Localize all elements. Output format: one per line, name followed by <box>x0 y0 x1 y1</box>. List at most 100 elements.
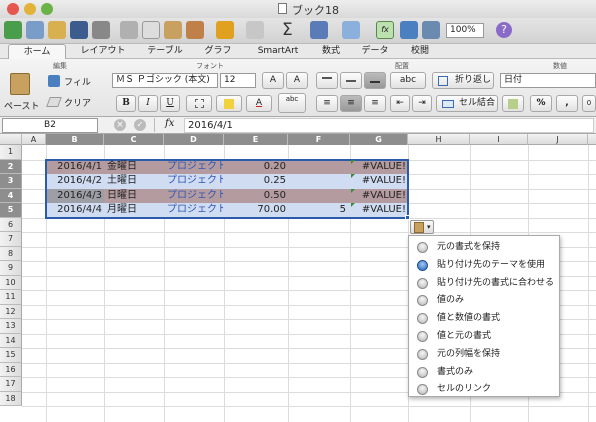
italic-button[interactable]: I <box>138 95 158 112</box>
row-header[interactable]: 13 <box>0 319 22 334</box>
row-header[interactable]: 2 <box>0 159 22 174</box>
table-cell[interactable]: #VALUE! <box>352 174 406 188</box>
error-indicator-icon[interactable] <box>351 203 355 207</box>
row-header[interactable]: 5 <box>0 203 22 218</box>
currency-button[interactable] <box>502 95 524 112</box>
table-cell[interactable]: 2016/4/3 <box>48 189 102 203</box>
template-gallery-icon[interactable] <box>26 21 44 39</box>
close-window-button[interactable] <box>7 3 19 15</box>
paste-option-item[interactable]: 元の列幅を保持 <box>409 345 559 363</box>
function-icon[interactable]: fx <box>376 21 394 39</box>
zoom-window-button[interactable] <box>41 3 53 15</box>
table-cell[interactable]: プロジェクト 1 <box>167 160 223 174</box>
column-header[interactable]: F <box>288 134 350 145</box>
row-header[interactable]: 18 <box>0 391 22 406</box>
copy-icon[interactable] <box>142 21 160 39</box>
sort-icon[interactable] <box>310 21 328 39</box>
new-workbook-icon[interactable] <box>4 21 22 39</box>
table-cell[interactable]: 0.20 <box>226 160 286 174</box>
tab-review[interactable]: 校閲 <box>402 44 438 59</box>
row-header[interactable]: 14 <box>0 333 22 348</box>
print-icon[interactable] <box>92 21 110 39</box>
row-header[interactable]: 7 <box>0 232 22 247</box>
table-cell[interactable]: #VALUE! <box>352 160 406 174</box>
toolbox-icon[interactable] <box>422 21 440 39</box>
tab-data[interactable]: データ <box>354 44 396 59</box>
table-cell[interactable]: 70.00 <box>226 203 286 217</box>
align-middle-button[interactable] <box>340 72 362 89</box>
help-icon[interactable]: ? <box>496 22 512 38</box>
table-cell[interactable]: 0.50 <box>226 189 286 203</box>
align-center-button[interactable]: ≡ <box>340 95 362 112</box>
paste-option-item[interactable]: 書式のみ <box>409 363 559 381</box>
align-right-button[interactable]: ≡ <box>364 95 386 112</box>
column-header[interactable]: I <box>470 134 528 145</box>
table-cell[interactable]: #VALUE! <box>352 203 406 217</box>
row-header[interactable]: 17 <box>0 377 22 392</box>
save-icon[interactable] <box>70 21 88 39</box>
autosum-icon[interactable]: Σ <box>282 20 293 40</box>
minimize-window-button[interactable] <box>24 3 36 15</box>
border-button[interactable] <box>186 95 212 112</box>
row-header[interactable]: 9 <box>0 261 22 276</box>
table-cell[interactable]: #VALUE! <box>352 189 406 203</box>
table-cell[interactable] <box>290 189 346 203</box>
row-header[interactable]: 11 <box>0 290 22 305</box>
table-cell[interactable] <box>290 174 346 188</box>
tab-table[interactable]: テーブル <box>140 44 190 59</box>
cancel-entry-icon[interactable]: × <box>114 119 126 131</box>
comma-button[interactable]: , <box>556 95 578 112</box>
font-size-select[interactable]: 12 <box>220 73 256 88</box>
row-header[interactable]: 15 <box>0 348 22 363</box>
font-name-select[interactable]: ＭＳ Ｐゴシック (本文) <box>112 73 218 88</box>
table-cell[interactable] <box>290 160 346 174</box>
paste-option-item[interactable]: 値と数値の書式 <box>409 309 559 327</box>
percent-button[interactable]: % <box>530 95 552 112</box>
paste-option-item[interactable]: セルのリンク <box>409 380 559 398</box>
fill-color-button[interactable] <box>216 95 242 112</box>
font-color-button[interactable]: A <box>246 95 272 112</box>
column-header[interactable]: J <box>528 134 588 145</box>
format-painter-icon[interactable] <box>186 21 204 39</box>
table-cell[interactable]: 日曜日 <box>107 189 163 203</box>
error-indicator-icon[interactable] <box>351 159 355 164</box>
enter-entry-icon[interactable]: ✓ <box>134 119 146 131</box>
table-cell[interactable]: 2016/4/2 <box>48 174 102 188</box>
fill-down-icon[interactable] <box>48 75 60 87</box>
column-header[interactable]: E <box>224 134 288 145</box>
decrease-indent-button[interactable]: ⇤ <box>390 95 410 112</box>
paste-button[interactable]: ペースト <box>4 73 40 113</box>
number-format-select[interactable]: 日付 <box>500 73 596 88</box>
cut-icon[interactable] <box>120 21 138 39</box>
table-cell[interactable]: 2016/4/4 <box>48 203 102 217</box>
table-cell[interactable]: 土曜日 <box>107 174 163 188</box>
bold-button[interactable]: B <box>116 95 136 112</box>
table-cell[interactable]: 5 <box>290 203 346 217</box>
grow-font-button[interactable]: A <box>262 72 284 89</box>
gallery-icon[interactable] <box>400 21 418 39</box>
row-header[interactable]: 16 <box>0 362 22 377</box>
eraser-icon[interactable] <box>46 97 62 107</box>
table-cell[interactable]: プロジェクト 2 <box>167 203 223 217</box>
row-header[interactable]: 1 <box>0 145 22 160</box>
shrink-font-button[interactable]: A <box>286 72 308 89</box>
column-header[interactable]: H <box>408 134 470 145</box>
paste-option-item[interactable]: 貼り付け先の書式に合わせる <box>409 274 559 292</box>
phonetic-button[interactable]: abc <box>278 93 306 113</box>
undo-icon[interactable] <box>216 21 234 39</box>
table-cell[interactable]: 月曜日 <box>107 203 163 217</box>
align-top-button[interactable] <box>316 72 338 89</box>
table-cell[interactable]: 金曜日 <box>107 160 163 174</box>
paste-options-button[interactable]: ▾ <box>410 220 434 234</box>
paste-option-item[interactable]: 貼り付け先のテーマを使用 <box>409 256 559 274</box>
redo-icon[interactable] <box>246 21 264 39</box>
row-header[interactable]: 10 <box>0 275 22 290</box>
orientation-button[interactable]: abc <box>390 72 426 89</box>
column-header[interactable]: C <box>104 134 164 145</box>
column-header[interactable]: A <box>22 134 46 145</box>
open-folder-icon[interactable] <box>48 21 66 39</box>
table-cell[interactable]: 0.25 <box>226 174 286 188</box>
paste-option-item[interactable]: 値と元の書式 <box>409 327 559 345</box>
column-header[interactable]: B <box>46 134 104 145</box>
row-header[interactable]: 4 <box>0 188 22 203</box>
